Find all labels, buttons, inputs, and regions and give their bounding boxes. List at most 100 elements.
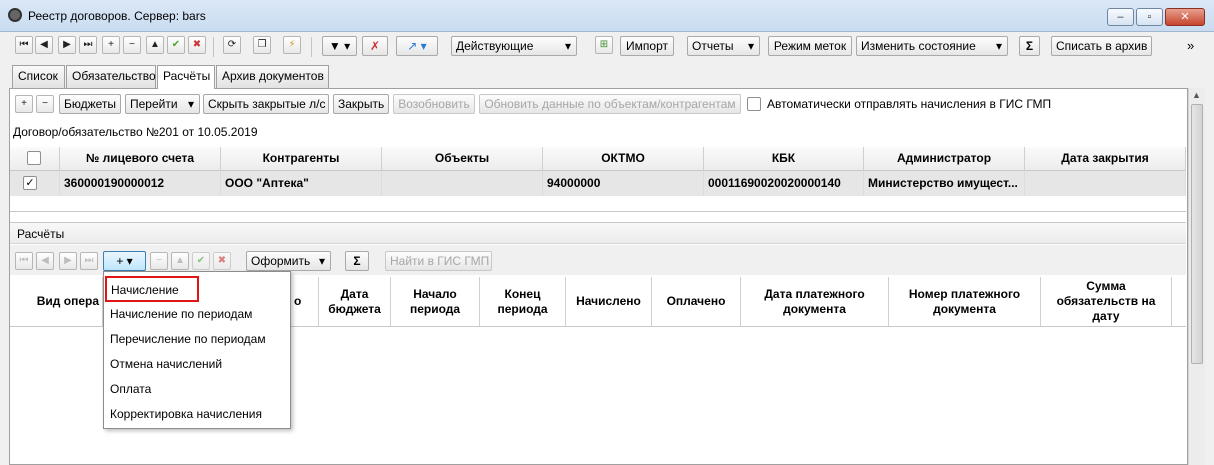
- maximize-button[interactable]: ▫: [1136, 8, 1163, 26]
- copy-icon[interactable]: ❐: [253, 36, 271, 54]
- menu-item-accrual-correction[interactable]: Корректировка начисления: [110, 407, 262, 421]
- vertical-scrollbar[interactable]: ▲: [1188, 88, 1205, 465]
- col-budget-date[interactable]: Дата бюджета: [319, 277, 391, 326]
- hide-closed-button[interactable]: Скрыть закрытые л/с: [203, 94, 329, 114]
- remove-icon[interactable]: −: [123, 36, 141, 54]
- prev-record-icon[interactable]: ◀: [36, 252, 54, 270]
- app-icon: [8, 8, 22, 22]
- oktmo-cell[interactable]: 94000000: [543, 171, 704, 196]
- add-icon[interactable]: +: [102, 36, 120, 54]
- goto-button[interactable]: Перейти ▾: [125, 94, 200, 114]
- up-icon[interactable]: ▲: [171, 252, 189, 270]
- scroll-thumb[interactable]: [1191, 104, 1203, 364]
- col-kbk[interactable]: КБК: [704, 147, 864, 171]
- next-record-icon[interactable]: ▶: [58, 36, 76, 54]
- administrator-cell[interactable]: Министерство имущест...: [864, 171, 1025, 196]
- col-period-end[interactable]: Конец периода: [480, 277, 566, 326]
- add-account-icon[interactable]: +: [15, 95, 33, 113]
- contract-caption: Договор/обязательство №201 от 10.05.2019: [13, 125, 258, 139]
- prev-record-icon[interactable]: ◀: [35, 36, 53, 54]
- main-toolbar: ⏮ ◀ ▶ ⏭ + − ▲ ✔ ✖ ⟳ ❐ ⚡ ▼ ▾ ✗ ↗ ▾ Действ…: [0, 33, 1214, 65]
- sort-button[interactable]: ↗ ▾: [396, 36, 438, 56]
- col-oktmo[interactable]: ОКТМО: [543, 147, 704, 171]
- last-record-icon[interactable]: ⏭: [79, 36, 97, 54]
- col-payment-doc-number[interactable]: Номер платежного документа: [889, 277, 1041, 326]
- change-state-button[interactable]: Изменить состояние ▾: [856, 36, 1008, 56]
- overflow-chevron-icon[interactable]: »: [1187, 38, 1194, 53]
- refresh-icon[interactable]: ⟳: [223, 36, 241, 54]
- filter-button[interactable]: ▼ ▾: [322, 36, 357, 56]
- col-counterparties[interactable]: Контрагенты: [221, 147, 382, 171]
- auto-send-checkbox[interactable]: [747, 97, 761, 111]
- cancel-icon[interactable]: ✖: [188, 36, 206, 54]
- cancel-icon[interactable]: ✖: [213, 252, 231, 270]
- col-paid[interactable]: Оплачено: [652, 277, 741, 326]
- tab-documents-archive[interactable]: Архив документов: [216, 65, 329, 88]
- format-label: Оформить: [251, 254, 311, 268]
- col-period-start[interactable]: Начало периода: [391, 277, 480, 326]
- lightning-icon[interactable]: ⚡: [283, 36, 301, 54]
- remove-icon[interactable]: −: [150, 252, 168, 270]
- counterparty-cell[interactable]: ООО "Аптека": [221, 171, 382, 196]
- col-administrator[interactable]: Администратор: [864, 147, 1025, 171]
- mark-mode-button[interactable]: Режим меток: [768, 36, 852, 56]
- col-close-date[interactable]: Дата закрытия: [1025, 147, 1186, 171]
- col-objects[interactable]: Объекты: [382, 147, 543, 171]
- first-record-icon[interactable]: ⏮: [15, 36, 33, 54]
- status-filter-select[interactable]: Действующие ▾: [451, 36, 577, 56]
- change-state-label: Изменить состояние: [861, 39, 976, 53]
- next-record-icon[interactable]: ▶: [59, 252, 77, 270]
- goto-label: Перейти: [130, 97, 178, 111]
- last-record-icon[interactable]: ⏭: [80, 252, 98, 270]
- kbk-cell[interactable]: 00011690020020000140: [704, 171, 864, 196]
- close-window-button[interactable]: ✕: [1165, 8, 1205, 26]
- row-checkbox[interactable]: ✓: [23, 176, 37, 190]
- close-date-cell[interactable]: [1025, 171, 1186, 196]
- tab-settlements[interactable]: Расчёты: [157, 65, 215, 89]
- confirm-icon[interactable]: ✔: [167, 36, 185, 54]
- up-icon[interactable]: ▲: [146, 36, 164, 54]
- account-number-cell[interactable]: 360000190000012: [60, 171, 221, 196]
- sum-button[interactable]: Σ: [345, 251, 369, 271]
- minimize-button[interactable]: –: [1107, 8, 1134, 26]
- select-all-checkbox[interactable]: [27, 151, 41, 165]
- settlements-header: Расчёты: [10, 222, 1186, 244]
- sum-button[interactable]: Σ: [1019, 36, 1040, 56]
- col-account-number[interactable]: № лицевого счета: [60, 147, 221, 171]
- col-accrued[interactable]: Начислено: [566, 277, 652, 326]
- clear-filter-button[interactable]: ✗: [362, 36, 388, 56]
- archive-button[interactable]: Списать в архив: [1051, 36, 1152, 56]
- refresh-data-button[interactable]: Обновить данные по объектам/контрагентам: [479, 94, 741, 114]
- menu-item-cancel-accruals[interactable]: Отмена начислений: [110, 357, 222, 371]
- title-bar: Реестр договоров. Сервер: bars – ▫ ✕: [0, 0, 1214, 32]
- menu-item-accrual[interactable]: Начисление: [105, 276, 199, 302]
- col-payment-doc-date[interactable]: Дата платежного документа: [741, 277, 889, 326]
- excel-icon[interactable]: ⊞: [595, 36, 613, 54]
- reports-button[interactable]: Отчеты ▾: [687, 36, 760, 56]
- col-hidden[interactable]: о: [291, 277, 319, 326]
- remove-account-icon[interactable]: −: [36, 95, 54, 113]
- menu-item-payment[interactable]: Оплата: [110, 382, 151, 396]
- window-title: Реестр договоров. Сервер: bars: [28, 9, 206, 23]
- col-obligation-sum[interactable]: Сумма обязательств на дату: [1041, 277, 1172, 326]
- separator: [311, 37, 312, 57]
- first-record-icon[interactable]: ⏮: [15, 252, 33, 270]
- add-operation-dropdown[interactable]: + ▾: [103, 251, 146, 271]
- close-account-button[interactable]: Закрыть: [333, 94, 389, 114]
- find-gis-button[interactable]: Найти в ГИС ГМП: [385, 251, 492, 271]
- reports-label: Отчеты: [692, 39, 734, 53]
- col-operation-type[interactable]: Вид опера: [10, 277, 103, 326]
- confirm-icon[interactable]: ✔: [192, 252, 210, 270]
- scroll-up-icon[interactable]: ▲: [1192, 90, 1201, 100]
- resume-button[interactable]: Возобновить: [393, 94, 475, 114]
- tab-list[interactable]: Список: [12, 65, 65, 88]
- import-button[interactable]: Импорт: [620, 36, 674, 56]
- menu-item-accrual-by-periods[interactable]: Начисление по периодам: [110, 307, 252, 321]
- tab-obligation[interactable]: Обязательство: [66, 65, 156, 88]
- status-filter-value: Действующие: [456, 39, 534, 53]
- menu-item-transfer-by-periods[interactable]: Перечисление по периодам: [110, 332, 266, 346]
- budgets-button[interactable]: Бюджеты: [59, 94, 121, 114]
- format-button[interactable]: Оформить ▾: [246, 251, 331, 271]
- separator: [213, 37, 214, 57]
- objects-cell[interactable]: [382, 171, 543, 196]
